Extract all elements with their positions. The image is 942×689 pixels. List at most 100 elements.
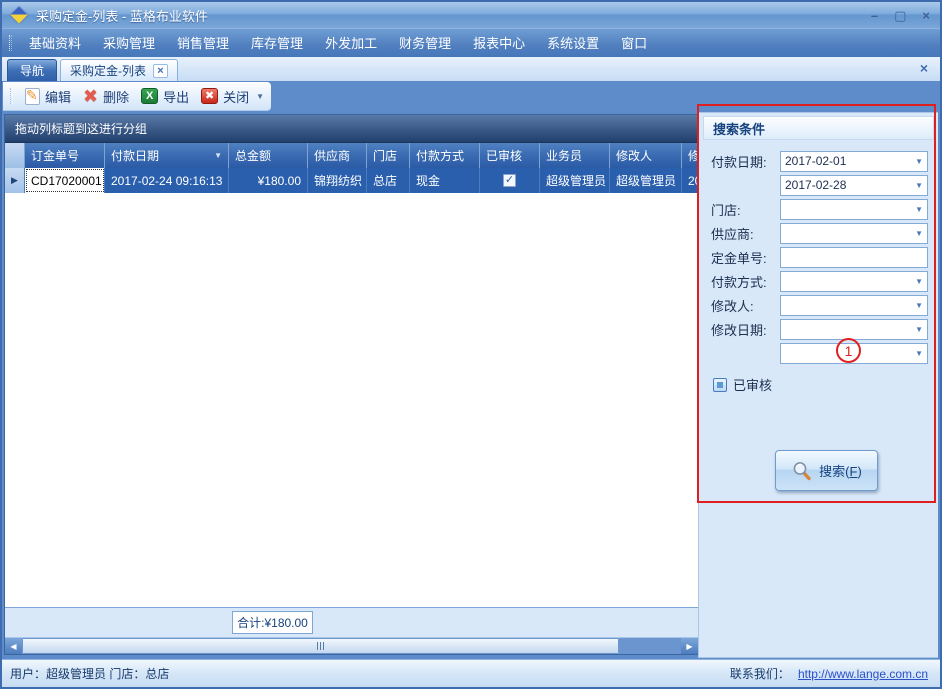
app-logo-icon	[11, 7, 28, 24]
grid-empty-area	[5, 193, 698, 607]
row-indicator-header	[5, 143, 25, 168]
maximize-icon[interactable]: ▢	[894, 9, 906, 22]
col-salesman[interactable]: 业务员	[540, 143, 610, 168]
col-modified-date[interactable]: 修	[682, 143, 698, 168]
approved-filter-checkbox[interactable]	[713, 378, 727, 392]
approved-filter-label: 已审核	[733, 375, 772, 394]
pay-date-from-input[interactable]	[781, 152, 927, 171]
scrollbar-thumb[interactable]	[22, 638, 619, 654]
col-store[interactable]: 门店	[367, 143, 410, 168]
export-button-label: 导出	[163, 87, 189, 106]
modifier-dropdown[interactable]: ▼	[780, 295, 928, 316]
delete-button[interactable]: ✖ 删除	[77, 87, 135, 106]
sort-desc-icon: ▼	[214, 151, 222, 160]
close-tab-button[interactable]: ✖ 关闭 ▼	[195, 87, 270, 106]
cell-pay-method[interactable]: 现金	[410, 168, 480, 193]
pay-date-to-input[interactable]	[781, 176, 927, 195]
pay-date-to-dropdown[interactable]: ▼	[780, 175, 928, 196]
tab-close-icon[interactable]: ×	[153, 64, 168, 78]
group-by-bar[interactable]: 拖动列标题到这进行分组	[5, 115, 698, 143]
deposit-no-input[interactable]	[781, 248, 927, 267]
menu-finance[interactable]: 财务管理	[388, 30, 462, 57]
scroll-right-icon[interactable]: ▶	[681, 638, 698, 654]
delete-x-icon: ✖	[83, 88, 98, 104]
field-modified-date-to: ▼	[711, 341, 928, 365]
cell-amount[interactable]: ¥180.00	[229, 168, 308, 193]
menu-purchase[interactable]: 采购管理	[92, 30, 166, 57]
close-red-icon: ✖	[201, 88, 218, 104]
table-row[interactable]: ▶ CD17020001 2017-02-24 09:16:13 ¥180.00…	[5, 168, 698, 193]
tabbar-close-icon[interactable]: ×	[920, 61, 928, 75]
minimize-icon[interactable]: –	[871, 9, 878, 22]
menu-reports[interactable]: 报表中心	[462, 30, 536, 57]
pay-method-dropdown[interactable]: ▼	[780, 271, 928, 292]
modified-date-from-dropdown[interactable]: ▼	[780, 319, 928, 340]
cell-order-no[interactable]: CD17020001	[25, 168, 105, 193]
col-supplier[interactable]: 供应商	[308, 143, 367, 168]
modified-date-label: 修改日期:	[711, 320, 767, 339]
cell-modified-by[interactable]: 超级管理员	[610, 168, 682, 193]
cell-pay-date[interactable]: 2017-02-24 09:16:13	[105, 168, 229, 193]
edit-pencil-icon	[25, 88, 40, 105]
cell-store[interactable]: 总店	[367, 168, 410, 193]
deposit-no-field[interactable]	[780, 247, 928, 268]
search-fields: 付款日期: ▼ ▼ 门店:	[699, 143, 938, 394]
modifier-input[interactable]	[781, 296, 927, 315]
modified-date-to-dropdown[interactable]: ▼	[780, 343, 928, 364]
chevron-down-icon[interactable]: ▼	[256, 92, 264, 101]
excel-export-icon: X	[141, 88, 158, 104]
export-button[interactable]: X 导出	[135, 87, 195, 106]
col-approved[interactable]: 已审核	[480, 143, 540, 168]
titlebar: 采购定金-列表 - 蓝格布业软件 – ▢ ×	[2, 2, 940, 28]
scroll-left-icon[interactable]: ◀	[5, 638, 22, 654]
search-icon	[791, 460, 812, 481]
toolbar-grip[interactable]	[10, 88, 13, 104]
col-order-no[interactable]: 订金单号	[25, 143, 105, 168]
supplier-label: 供应商:	[711, 224, 754, 243]
menubar: 基础资料 采购管理 销售管理 库存管理 外发加工 财务管理 报表中心 系统设置 …	[2, 28, 940, 57]
tab-navigation[interactable]: 导航	[7, 59, 57, 81]
search-button-label: 搜索(F)	[819, 461, 862, 480]
menu-sales[interactable]: 销售管理	[166, 30, 240, 57]
supplier-dropdown[interactable]: ▼	[780, 223, 928, 244]
deposit-grid: 拖动列标题到这进行分组 订金单号 付款日期 ▼ 总金额 供应商 门店 付款方式 …	[4, 114, 699, 655]
modified-date-to-input[interactable]	[781, 344, 927, 363]
scrollbar-track[interactable]	[619, 638, 681, 654]
search-button[interactable]: 搜索(F)	[775, 450, 878, 491]
close-button-label: 关闭	[223, 87, 249, 106]
tab-navigation-label: 导航	[20, 62, 44, 79]
supplier-input[interactable]	[781, 224, 927, 243]
horizontal-scrollbar[interactable]: ◀ ▶	[5, 637, 698, 654]
field-modified-date-from: 修改日期: ▼	[711, 317, 928, 341]
menu-outsourcing[interactable]: 外发加工	[314, 30, 388, 57]
col-pay-method[interactable]: 付款方式	[410, 143, 480, 168]
close-icon[interactable]: ×	[922, 9, 930, 22]
pay-date-label: 付款日期:	[711, 152, 767, 171]
edit-button[interactable]: 编辑	[19, 87, 77, 106]
cell-supplier[interactable]: 锦翔纺织	[308, 168, 367, 193]
col-pay-date[interactable]: 付款日期 ▼	[105, 143, 229, 168]
field-modifier: 修改人: ▼	[711, 293, 928, 317]
menu-window[interactable]: 窗口	[610, 30, 658, 57]
menu-inventory[interactable]: 库存管理	[240, 30, 314, 57]
cell-salesman[interactable]: 超级管理员	[540, 168, 610, 193]
approved-checkbox[interactable]: ✓	[503, 174, 516, 187]
menu-base-data[interactable]: 基础资料	[18, 30, 92, 57]
modified-date-from-input[interactable]	[781, 320, 927, 339]
tab-purchase-deposit-list[interactable]: 采购定金-列表 ×	[60, 59, 178, 81]
cell-modified-date[interactable]: 20	[682, 168, 698, 193]
statusbar-contact-label: 联系我们：	[730, 665, 790, 682]
pay-date-from-dropdown[interactable]: ▼	[780, 151, 928, 172]
pay-method-input[interactable]	[781, 272, 927, 291]
website-link[interactable]: http://www.lange.com.cn	[798, 667, 928, 681]
store-input[interactable]	[781, 200, 927, 219]
menu-system-settings[interactable]: 系统设置	[536, 30, 610, 57]
workspace: 编辑 ✖ 删除 X 导出 ✖ 关闭 ▼ 拖动列标题到这进行分组	[2, 81, 940, 659]
col-amount[interactable]: 总金额	[229, 143, 308, 168]
delete-button-label: 删除	[103, 87, 129, 106]
store-dropdown[interactable]: ▼	[780, 199, 928, 220]
modifier-label: 修改人:	[711, 296, 754, 315]
window-controls: – ▢ ×	[871, 9, 930, 22]
col-modified-by[interactable]: 修改人	[610, 143, 682, 168]
field-deposit-no: 定金单号:	[711, 245, 928, 269]
